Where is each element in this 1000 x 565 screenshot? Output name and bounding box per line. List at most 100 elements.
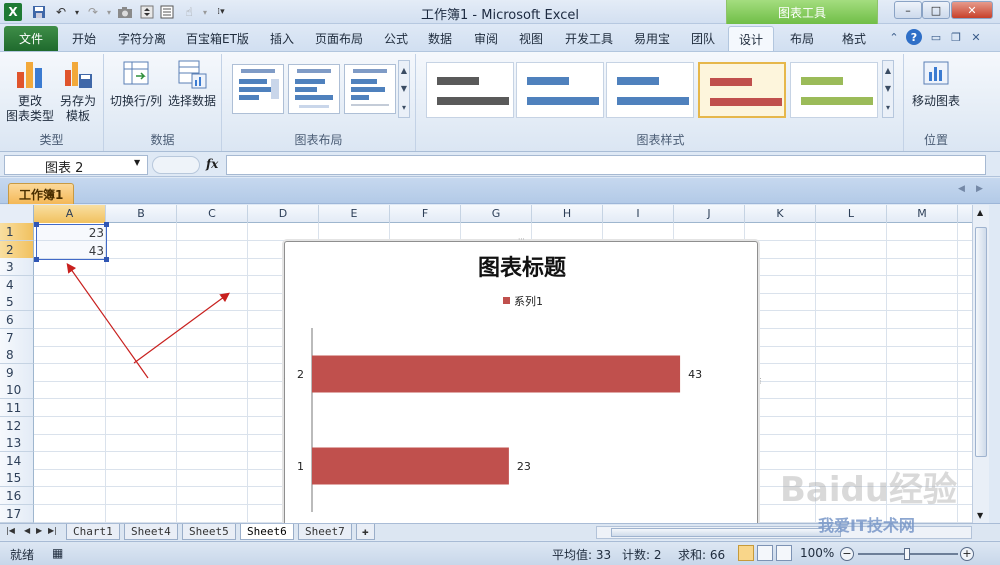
scroll-up-icon[interactable]: ▲: [401, 66, 407, 75]
workbook-tab[interactable]: 工作簿1: [8, 183, 75, 204]
tab-char-split[interactable]: 字符分离: [118, 30, 166, 47]
macro-record-icon[interactable]: ▦: [52, 546, 63, 560]
layout-gallery-scroll[interactable]: ▲ ▼ ▾: [398, 60, 410, 118]
ready-status: 就绪: [10, 548, 35, 562]
chart-style-5[interactable]: [790, 62, 878, 118]
last-sheet-icon[interactable]: ▶|: [48, 526, 57, 535]
insert-sheet-icon[interactable]: ✚: [356, 524, 375, 540]
zoom-out-icon[interactable]: −: [840, 547, 854, 561]
chart-style-1[interactable]: [426, 62, 514, 118]
sheet-tab-sheet6[interactable]: Sheet6: [240, 524, 294, 540]
name-box[interactable]: 图表 2: [4, 155, 148, 176]
horizontal-scroll-thumb[interactable]: [611, 528, 841, 537]
row-header-17[interactable]: 17: [0, 504, 34, 523]
switch-row-col-button[interactable]: 切换行/列: [108, 58, 164, 109]
tab-file[interactable]: 文件: [4, 26, 58, 51]
row-header-13[interactable]: 13: [0, 434, 34, 453]
sheet-tab-sheet7[interactable]: Sheet7: [298, 524, 352, 540]
column-header-m[interactable]: M: [887, 205, 958, 223]
scroll-down-icon[interactable]: ▼: [885, 84, 891, 93]
layout-1-thumbnail[interactable]: [232, 64, 284, 114]
layout-3-thumbnail[interactable]: [344, 64, 396, 114]
tab-easy-tools[interactable]: 易用宝: [634, 30, 670, 47]
row-header-16[interactable]: 16: [0, 487, 34, 505]
workbook-next-icon[interactable]: ▶: [976, 184, 983, 194]
column-header-j[interactable]: J: [674, 205, 745, 223]
column-header-g[interactable]: G: [461, 205, 532, 223]
restore-window-icon[interactable]: ❐: [948, 29, 964, 45]
status-bar: 就绪 ▦ 平均值: 33 计数: 2 求和: 66 100% − +: [0, 541, 1000, 565]
scroll-up-icon[interactable]: ▲: [885, 66, 891, 75]
move-chart-button[interactable]: 移动图表: [908, 58, 964, 109]
change-chart-type-label: 更改 图表类型: [6, 94, 55, 123]
row-header-12[interactable]: 12: [0, 416, 34, 435]
expand-gallery-icon[interactable]: ▾: [886, 103, 890, 112]
column-header-l[interactable]: L: [816, 205, 887, 223]
sheet-tab-sheet4[interactable]: Sheet4: [124, 524, 178, 540]
bar-chart[interactable]: ⋯ ⋮ ⋮ 图表标题 系列1 1 23 2 43: [281, 235, 764, 526]
scroll-down-icon[interactable]: ▼: [401, 84, 407, 93]
close-button[interactable]: ✕: [951, 1, 993, 19]
chart-style-2[interactable]: [516, 62, 604, 118]
sum-status: 求和: 66: [678, 548, 726, 562]
vertical-scroll-thumb[interactable]: [975, 227, 987, 457]
maximize-button[interactable]: □: [922, 1, 950, 19]
tab-toolbox[interactable]: 百宝箱ET版: [186, 30, 249, 47]
tab-formulas[interactable]: 公式: [384, 30, 408, 47]
column-header-h[interactable]: H: [532, 205, 603, 223]
help-icon[interactable]: ?: [906, 29, 922, 45]
close-workbook-icon[interactable]: ✕: [968, 29, 984, 45]
workbook-prev-icon[interactable]: ◀: [958, 184, 965, 194]
move-chart-icon: [920, 58, 952, 90]
next-sheet-icon[interactable]: ▶: [36, 526, 42, 535]
style-bar: [617, 97, 689, 105]
save-as-template-button[interactable]: 另存为 模板: [56, 58, 100, 124]
layout-2-thumbnail[interactable]: [288, 64, 340, 114]
tab-format[interactable]: 格式: [842, 30, 866, 47]
tab-page-layout[interactable]: 页面布局: [315, 30, 363, 47]
tab-team[interactable]: 团队: [691, 30, 715, 47]
page-layout-view-button[interactable]: [757, 545, 773, 561]
first-sheet-icon[interactable]: |◀: [6, 526, 15, 535]
tab-view[interactable]: 视图: [519, 30, 543, 47]
column-header-i[interactable]: I: [603, 205, 674, 223]
tab-data[interactable]: 数据: [428, 30, 452, 47]
tab-insert[interactable]: 插入: [270, 30, 294, 47]
sheet-tab-chart1[interactable]: Chart1: [66, 524, 120, 540]
minimize-button[interactable]: –: [894, 1, 922, 19]
change-chart-type-button[interactable]: 更改 图表类型: [6, 58, 54, 124]
sheet-tab-sheet5[interactable]: Sheet5: [182, 524, 236, 540]
count-status: 计数: 2: [622, 548, 662, 562]
tab-design[interactable]: 设计: [728, 26, 775, 51]
column-header-k[interactable]: K: [745, 205, 816, 223]
row-header-15[interactable]: 15: [0, 469, 34, 488]
formula-input[interactable]: [226, 155, 986, 175]
select-data-button[interactable]: 选择数据: [166, 58, 218, 109]
column-header-e[interactable]: E: [319, 205, 390, 223]
scroll-up-icon[interactable]: ▲: [977, 208, 983, 217]
expand-gallery-icon[interactable]: ▾: [402, 103, 406, 112]
tab-developer[interactable]: 开发工具: [565, 30, 613, 47]
location-group-label: 位置: [923, 133, 948, 147]
name-box-dropdown-icon[interactable]: ▼: [134, 158, 140, 167]
insert-function-icon[interactable]: fx: [206, 157, 218, 171]
prev-sheet-icon[interactable]: ◀: [24, 526, 30, 535]
column-header-f[interactable]: F: [390, 205, 461, 223]
horizontal-scrollbar[interactable]: [596, 526, 972, 539]
tab-layout[interactable]: 布局: [790, 30, 814, 47]
zoom-slider-knob[interactable]: [904, 548, 910, 560]
row-header-14[interactable]: 14: [0, 451, 34, 470]
collapse-ribbon-icon[interactable]: ⌃: [886, 29, 902, 45]
tab-review[interactable]: 审阅: [474, 30, 498, 47]
chart-style-4[interactable]: [698, 62, 786, 118]
zoom-in-icon[interactable]: +: [960, 547, 974, 561]
zoom-level[interactable]: 100%: [800, 546, 834, 560]
vertical-scrollbar[interactable]: ▲ ▼: [972, 205, 989, 523]
normal-view-button[interactable]: [738, 545, 754, 561]
chart-style-3[interactable]: [606, 62, 694, 118]
minimize-window-icon[interactable]: ▭: [928, 29, 944, 45]
styles-gallery-scroll[interactable]: ▲ ▼ ▾: [882, 60, 894, 118]
scroll-down-icon[interactable]: ▼: [977, 511, 983, 520]
page-break-view-button[interactable]: [776, 545, 792, 561]
tab-home[interactable]: 开始: [72, 30, 96, 47]
